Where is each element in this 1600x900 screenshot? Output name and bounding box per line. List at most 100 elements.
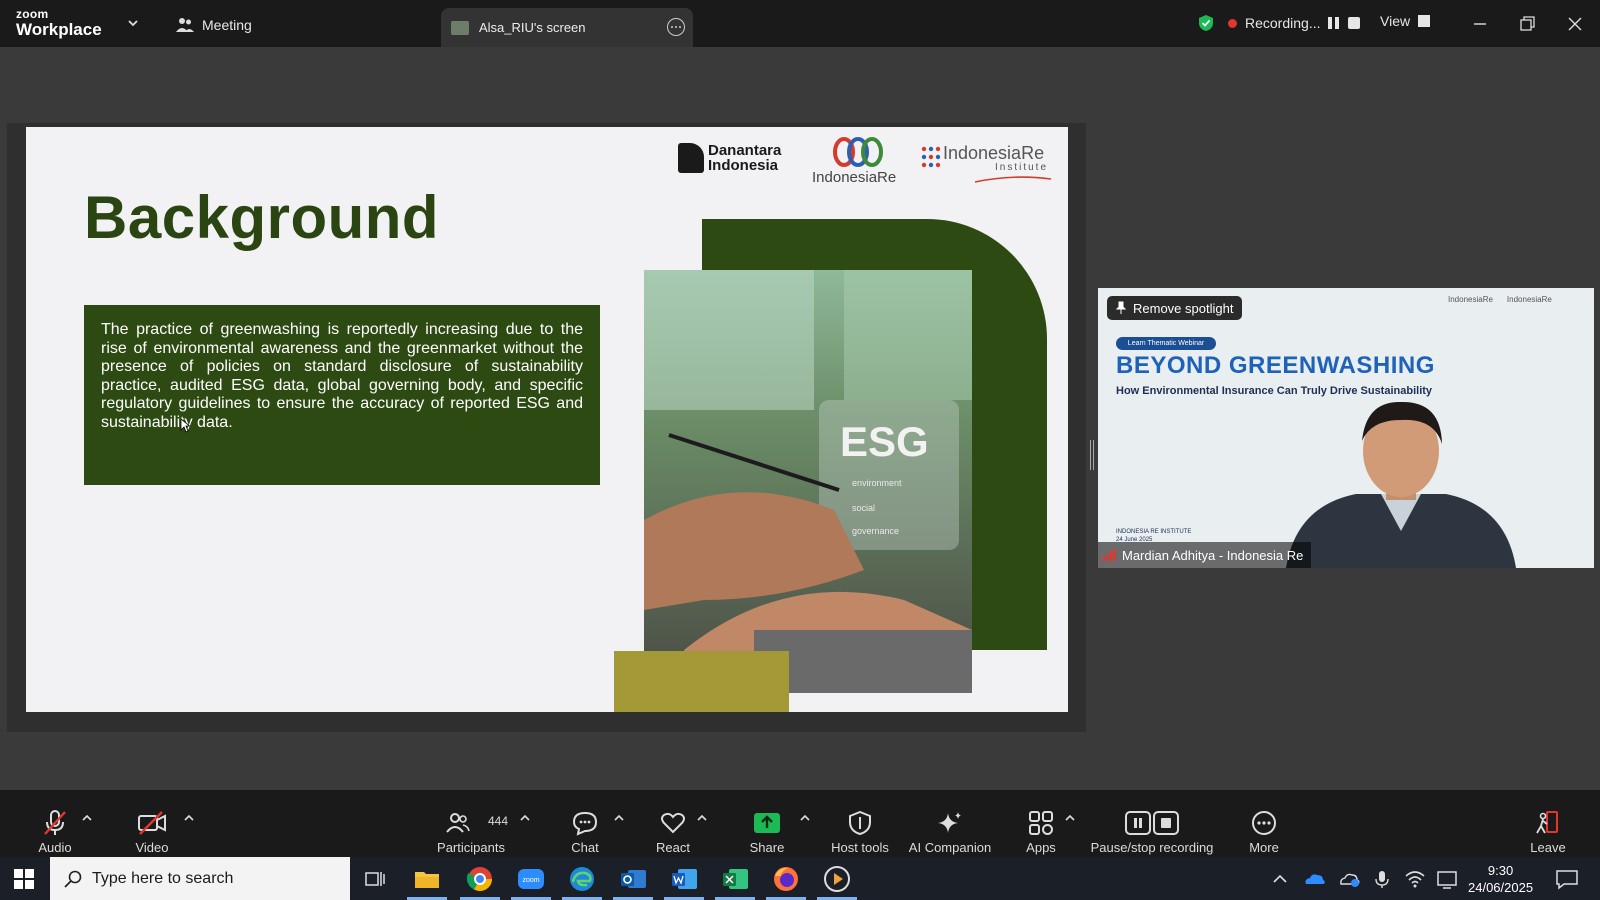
institute-dots-icon	[921, 146, 941, 168]
onedrive-icon[interactable]	[1302, 864, 1326, 894]
taskbar-clock[interactable]: 9:30 24/06/2025	[1468, 862, 1533, 896]
view-layout-icon	[1418, 15, 1431, 27]
participant-name-tag: Mardian Adhitya - Indonesia Re	[1098, 542, 1312, 568]
more-button[interactable]: More	[1244, 808, 1284, 855]
media-player-icon[interactable]	[822, 864, 852, 894]
svg-text:zoom: zoom	[522, 877, 539, 884]
sparkle-icon	[938, 812, 961, 833]
leave-label: Leave	[1530, 840, 1566, 855]
leave-icon	[1536, 811, 1558, 834]
chevron-up-icon[interactable]	[800, 814, 810, 822]
chevron-up-icon[interactable]	[82, 814, 92, 822]
danantara-line2: Indonesia	[708, 157, 779, 174]
more-options-icon[interactable]	[667, 18, 685, 36]
ai-companion-button[interactable]: AI Companion	[908, 808, 992, 855]
resize-handle[interactable]	[1090, 440, 1094, 470]
microphone-icon[interactable]	[1372, 864, 1392, 894]
zoom-workplace-logo[interactable]: zoom Workplace	[16, 8, 102, 38]
chat-icon	[572, 811, 598, 836]
danantara-symbol-icon	[678, 143, 704, 173]
more-icon	[1252, 811, 1276, 835]
encryption-shield-icon[interactable]	[1198, 14, 1214, 32]
chevron-up-icon[interactable]	[1065, 814, 1075, 822]
audio-button[interactable]: Audio	[34, 808, 76, 855]
view-label: View	[1380, 13, 1411, 29]
indonesiare-logo-text: IndonesiaRe	[812, 169, 897, 186]
notifications-icon[interactable]	[1554, 864, 1580, 894]
pause-recording-button[interactable]	[1328, 17, 1340, 29]
participants-button[interactable]: 444 Participants	[436, 808, 508, 855]
top-bar: zoom Workplace Meeting Alsa_RIU's screen…	[0, 0, 1600, 47]
host-tools-button[interactable]: Host tools	[830, 808, 890, 855]
chevron-up-icon[interactable]	[614, 814, 624, 822]
onedrive-sync-icon[interactable]	[1338, 864, 1362, 894]
chevron-up-icon[interactable]	[697, 814, 707, 822]
webinar-badge: Learn Thematic Webinar	[1116, 337, 1216, 350]
taskbar-search-input[interactable]: Type here to search	[50, 857, 350, 900]
apps-label: Apps	[1026, 840, 1056, 855]
spotlight-label: Remove spotlight	[1133, 300, 1234, 316]
esg-social-label: social	[852, 503, 876, 513]
share-label: Share	[749, 840, 785, 855]
tab-shared-screen[interactable]: Alsa_RIU's screen	[441, 8, 693, 47]
share-button[interactable]: Share	[748, 808, 786, 855]
video-camera-off-icon	[138, 811, 166, 835]
chevron-down-icon[interactable]	[126, 16, 140, 30]
chevron-up-icon[interactable]	[1270, 864, 1290, 894]
pause-stop-recording-button[interactable]: Pause/stop recording	[1090, 808, 1214, 855]
excel-icon[interactable]	[720, 864, 750, 894]
tab-meeting[interactable]: Meeting	[176, 14, 252, 36]
stop-recording-button[interactable]	[1348, 17, 1361, 29]
word-icon[interactable]	[669, 864, 699, 894]
chat-button[interactable]: Chat	[568, 808, 602, 855]
share-screen-icon	[754, 813, 780, 833]
apps-button[interactable]: Apps	[1024, 808, 1058, 855]
participant-video[interactable]: IndonesiaRe IndonesiaRe Learn Thematic W…	[1098, 288, 1594, 568]
edge-icon[interactable]	[567, 864, 597, 894]
view-button[interactable]: View	[1380, 13, 1431, 29]
windows-start-icon[interactable]	[14, 869, 34, 889]
slide-title: Background	[84, 184, 440, 251]
apps-icon	[1029, 811, 1053, 835]
chevron-up-icon[interactable]	[520, 814, 530, 822]
display-icon[interactable]	[1436, 864, 1458, 894]
logo-line1: zoom	[16, 7, 49, 21]
institute-logo-text: IndonesiaRe	[943, 143, 1045, 163]
institute-swoosh-icon	[974, 176, 1052, 183]
outlook-icon[interactable]	[618, 864, 648, 894]
react-button[interactable]: React	[654, 808, 692, 855]
audio-label: Audio	[38, 840, 72, 855]
webinar-title: BEYOND GREENWASHING	[1116, 352, 1435, 379]
video-logos: IndonesiaRe IndonesiaRe	[1448, 295, 1552, 304]
clock-date: 24/06/2025	[1468, 880, 1534, 895]
wifi-icon[interactable]	[1404, 864, 1426, 894]
task-view-icon[interactable]	[360, 864, 390, 894]
close-icon[interactable]	[1563, 12, 1587, 36]
video-button[interactable]: Video	[130, 808, 174, 855]
firefox-icon[interactable]	[771, 864, 801, 894]
participants-label: Participants	[437, 840, 505, 855]
ai-companion-label: AI Companion	[908, 840, 992, 855]
speaker-avatar	[1286, 401, 1516, 568]
leave-button[interactable]: Leave	[1528, 808, 1568, 855]
recording-status: Recording...	[1198, 9, 1361, 37]
esg-environment-label: environment	[852, 478, 902, 488]
chat-label: Chat	[571, 840, 599, 855]
chrome-icon[interactable]	[465, 864, 495, 894]
remove-spotlight-button[interactable]: Remove spotlight	[1107, 296, 1243, 320]
chevron-up-icon[interactable]	[184, 814, 194, 822]
minimize-icon[interactable]	[1468, 12, 1492, 36]
screen-tab-label: Alsa_RIU's screen	[479, 20, 586, 35]
windows-taskbar: Type here to search zoom 9:30 24/06/2025	[0, 857, 1600, 900]
pause-stop-label: Pause/stop recording	[1090, 840, 1214, 855]
meeting-tab-label: Meeting	[202, 17, 252, 33]
logo-line2: Workplace	[16, 20, 102, 39]
esg-photo: ESG environment social governance	[644, 270, 972, 693]
restore-icon[interactable]	[1515, 12, 1539, 36]
more-label: More	[1249, 840, 1279, 855]
pause-stop-icon	[1125, 811, 1179, 835]
zoom-app-icon[interactable]: zoom	[516, 864, 546, 894]
file-explorer-icon[interactable]	[412, 864, 442, 894]
search-icon	[64, 870, 82, 888]
esg-label: ESG	[840, 418, 929, 465]
